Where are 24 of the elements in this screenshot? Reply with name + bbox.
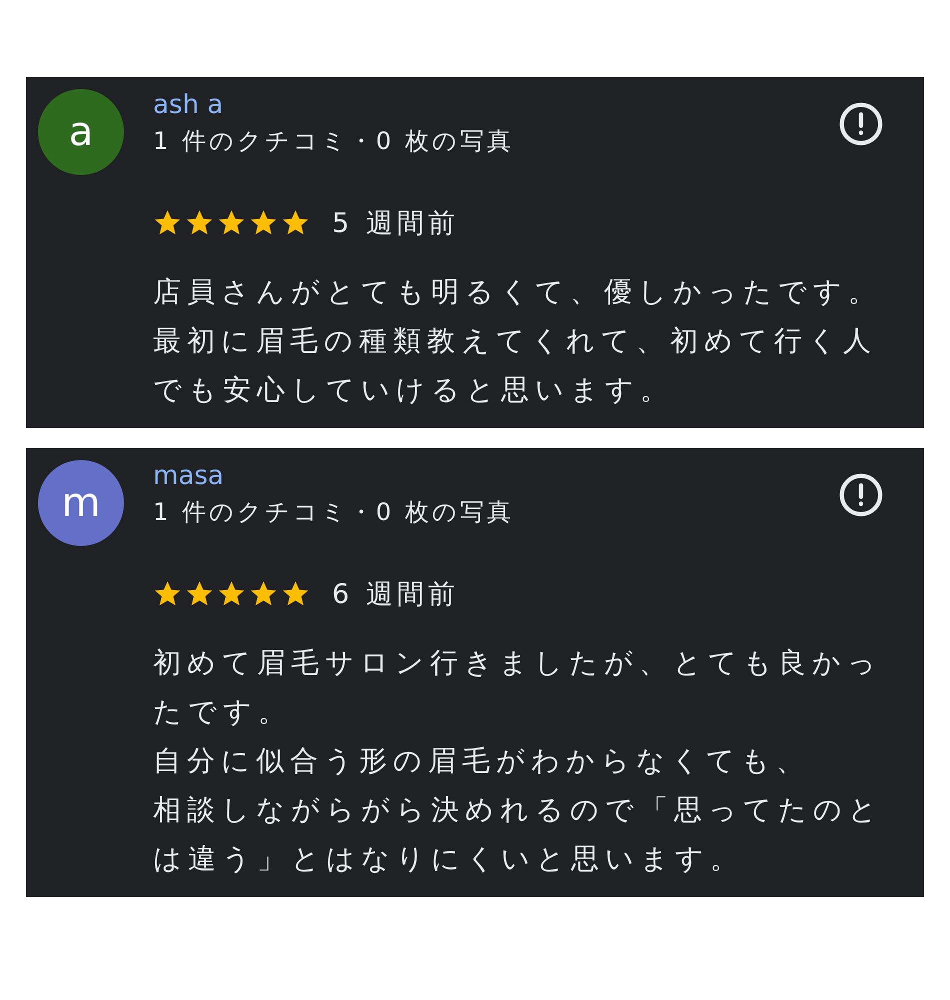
avatar: a: [38, 89, 124, 175]
star-icon: [249, 580, 278, 608]
star-icon: [153, 209, 182, 237]
reviewer-name[interactable]: masa: [153, 460, 514, 492]
report-icon[interactable]: [838, 472, 884, 518]
star-icon: [249, 209, 278, 237]
review-text: 自分に似合う形の眉毛がわからなくても、: [153, 743, 811, 779]
reviewer-name[interactable]: ash a: [153, 89, 514, 121]
review-time: 5 週間前: [332, 207, 459, 241]
star-icon: [185, 209, 214, 237]
star-icon: [217, 580, 246, 608]
report-icon[interactable]: [838, 101, 884, 147]
reviewer-stats: 1 件のクチコミ・0 枚の写真: [153, 497, 514, 528]
review-text: 店員さんがとても明るくて、優しかったです。最初に眉毛の種類教えてくれて、初めて行く人でも安心していけると思います。: [153, 274, 883, 408]
avatar: m: [38, 460, 124, 546]
review-time: 6 週間前: [332, 578, 459, 612]
star-icon: [185, 580, 214, 608]
star-icon: [153, 580, 182, 608]
star-icon: [281, 580, 310, 608]
review-text: 相談しながらがら決めれるので「思ってたのとは違う」とはなりにくいと思います。: [153, 792, 884, 877]
star-icon: [217, 209, 246, 237]
star-icon: [281, 209, 310, 237]
reviewer-stats: 1 件のクチコミ・0 枚の写真: [153, 126, 514, 157]
review-text: 初めて眉毛サロン行きましたが、とても良かったです。: [153, 645, 883, 730]
